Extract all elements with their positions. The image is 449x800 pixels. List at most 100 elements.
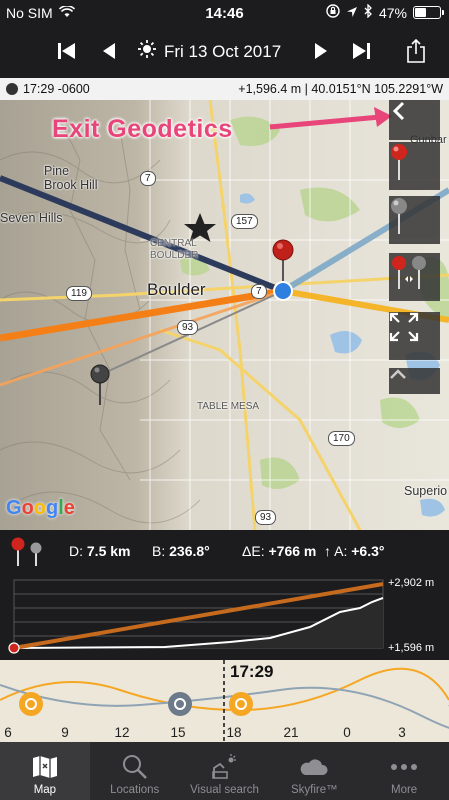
skip-forward-icon [353,43,370,59]
location-arrow-icon [346,5,358,21]
tab-more[interactable]: More [359,742,449,800]
road-badge-93b: 93 [255,510,277,525]
altitude-readout: ↑ A: +6.3° [324,543,385,559]
road-badge-170: 170 [328,431,355,446]
next-button[interactable] [306,36,336,66]
status-right: 47% [326,3,444,21]
profile-start-pin [8,642,20,654]
rotation-lock-icon [326,4,340,21]
tab-visual-search[interactable]: Visual search [180,742,270,800]
tab-locations[interactable]: Locations [90,742,180,800]
tab-skyfire[interactable]: Skyfire™ [269,742,359,800]
bearing-readout: B: 236.8° [152,543,210,559]
red-pin-marker[interactable] [272,239,294,261]
moonrise-marker [168,692,192,716]
visual-search-icon [209,753,239,781]
date-label: Fri 13 Oct 2017 [164,41,282,61]
previous-button[interactable] [94,36,124,66]
gray-pin-button[interactable] [389,196,440,244]
map-icon [30,753,60,781]
exit-geodetics-button[interactable] [389,100,440,140]
label-table-mesa: TABLE MESA [197,401,260,412]
sunset-marker [229,692,253,716]
gray-pin-marker[interactable] [90,364,110,384]
more-icon [389,753,419,781]
red-pin-button[interactable] [389,142,440,190]
tab-map[interactable]: Map [0,742,90,800]
elevation-label: ΔE: [242,543,265,559]
measurement-bar: D: 7.5 km B: 236.8° ΔE: +766 m ↑ A: +6.3… [0,530,449,572]
search-icon [120,753,150,781]
time-timezone: 17:29 -0600 [23,82,90,96]
distance-value: 7.5 km [86,543,131,559]
date-toolbar: Fri 13 Oct 2017 [0,26,449,78]
previous-icon [103,43,115,59]
time-slider[interactable]: 17:29 6 9 12 15 18 21 0 3 [0,660,449,742]
share-button[interactable] [401,36,431,66]
tab-label: Skyfire™ [290,784,338,796]
elevation-readout: ΔE: +766 m [242,543,316,559]
elevation-profile[interactable]: +2,902 m +1,596 m [0,572,449,660]
collapse-panel-button[interactable] [389,368,440,394]
road-badge-119: 119 [66,286,92,301]
date-selector[interactable]: Fri 13 Oct 2017 [138,40,281,63]
red-pin-icon [391,144,407,180]
elevation-coordinates: +1,596.4 m | 40.0151°N 105.2291°W [238,82,443,96]
battery-percent: 47% [378,4,407,21]
swap-pins-button[interactable] [389,253,440,301]
exit-geodetics-annotation: Exit Geodetics [52,115,233,143]
label-boulder: Boulder [147,280,206,299]
bearing-label: B: [152,543,166,559]
label-pine-brook-hill: Pine Brook Hill [44,164,98,192]
distance-label: D: [69,543,83,559]
expand-icon [389,312,419,342]
profile-min-label: +1,596 m [388,642,435,654]
label-seven-hills: Seven Hills [0,211,63,225]
sun-icon [138,40,156,63]
label-central-boulder: CENTRAL BOULDER [150,238,199,261]
label-superior: Superio [404,484,448,498]
road-badge-7: 7 [140,171,156,186]
map-view[interactable]: Exit Geodetics Pine Brook Hill Seven Hil… [0,100,449,530]
tab-bar: Map Locations Visual search Skyfire™ Mor… [0,742,449,800]
skip-back-button[interactable] [52,36,82,66]
info-bar: 17:29 -0600 +1,596.4 m | 40.0151°N 105.2… [0,78,449,100]
elevation-value: +766 m [268,543,317,559]
pin-pair-icon [8,536,48,571]
tab-label: Visual search [190,784,259,796]
share-icon [407,39,425,63]
bearing-value: 236.8° [169,543,210,559]
current-location-dot [273,281,293,301]
hour-label: 15 [170,725,186,740]
road-badge-93: 93 [177,320,199,335]
profile-max-label: +2,902 m [388,577,435,589]
chevron-up-icon [390,369,406,379]
bluetooth-icon [364,3,373,21]
hour-label: 9 [61,725,69,740]
swap-pins-icon [392,256,426,289]
altitude-value: +6.3° [351,543,385,559]
battery-fill [415,8,426,17]
hour-label: 18 [226,725,242,740]
fit-bounds-button[interactable] [389,312,440,360]
hour-label: 12 [114,725,130,740]
battery-icon [413,6,444,19]
distance-readout: D: 7.5 km [69,543,130,559]
chevron-left-icon [392,101,405,121]
cloud-icon [299,753,329,781]
tab-label: Locations [110,784,160,796]
next-icon [315,43,327,59]
altitude-label: A: [334,543,348,559]
profile-chart [8,579,384,654]
skip-forward-button[interactable] [346,36,376,66]
road-badge-7b: 7 [251,284,267,299]
hour-label: 0 [343,725,351,740]
google-attribution: Google [6,497,75,519]
hour-label: 21 [283,725,299,740]
tab-label: More [390,784,418,796]
sunrise-marker [19,692,43,716]
current-time-label: 17:29 [230,662,274,681]
moon-phase-icon [6,83,18,95]
status-bar: No SIM 14:46 47% [0,0,449,26]
skip-back-icon [58,43,75,59]
